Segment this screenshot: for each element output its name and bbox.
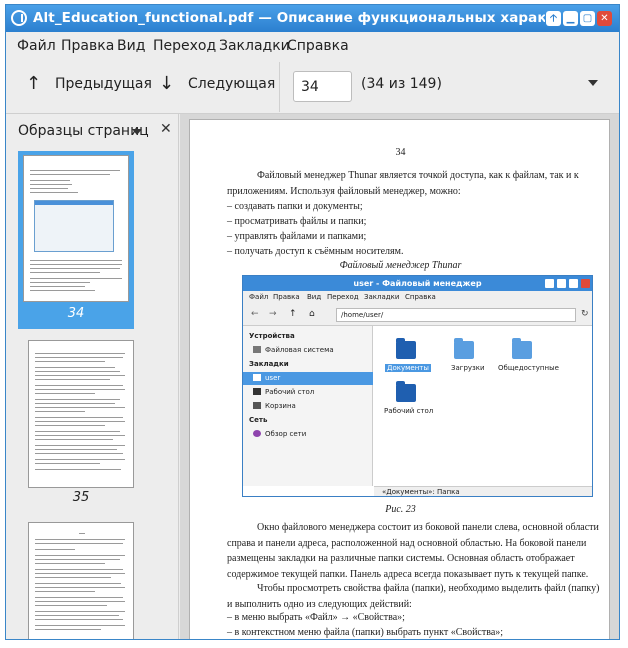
window-maximize-button[interactable]: ▢: [580, 11, 595, 26]
window-title: Alt_Education_functional.pdf — Описание …: [33, 10, 545, 26]
toolbar: ↑ Предыдущая ↓ Следующая (34 из 149): [6, 60, 619, 114]
toolbar-separator: [279, 62, 280, 112]
figure-section-network: Сеть: [249, 416, 268, 424]
paragraph-properties: Чтобы просмотреть свойства файла (папки)…: [227, 583, 600, 610]
figure-up-icon: ↑: [289, 309, 297, 319]
figure-forward-icon: →: [269, 309, 277, 319]
figure-menu-item: Файл: [249, 293, 269, 301]
bullet-item: – управлять файлами и папками;: [227, 231, 367, 242]
bullet-item: – создавать папки и документы;: [227, 201, 363, 212]
figure-menu-item: Закладки: [364, 293, 400, 301]
figure-title: Файловый менеджер Thunar: [339, 260, 462, 271]
thumbnail-label-35: 35: [72, 490, 90, 505]
sidebar-mode-dropdown-icon[interactable]: [132, 129, 142, 135]
figure-item-trash: Корзина: [253, 402, 296, 410]
bullet-item: – в меню выбрать «Файл» → «Свойства»;: [227, 612, 405, 623]
figure-menu-item: Справка: [405, 293, 436, 301]
paragraph-intro: Файловый менеджер Thunar является точкой…: [227, 170, 579, 197]
previous-page-button[interactable]: Предыдущая: [55, 76, 152, 92]
sidebar-close-button[interactable]: ✕: [160, 121, 172, 137]
figure-side-pane: Устройства Файловая система Закладки use…: [243, 326, 373, 486]
figure-back-icon: ←: [251, 309, 259, 319]
menu-help[interactable]: Справка: [287, 38, 349, 54]
folder-icon: [396, 338, 416, 359]
figure-window-title: user - Файловый менеджер: [243, 276, 592, 291]
page-count-label: (34 из 149): [361, 76, 442, 92]
figure-folder-desktop: Рабочий стол: [384, 407, 434, 415]
figure-item-network: Обзор сети: [253, 430, 306, 438]
menu-edit[interactable]: Правка: [61, 38, 114, 54]
figure-menu-item: Правка: [273, 293, 300, 301]
paragraph-main: Окно файлового менеджера состоит из боко…: [227, 522, 599, 580]
toolbar-menu-dropdown-icon[interactable]: [588, 80, 598, 86]
figure-screenshot: user - Файловый менеджер Файл Правка Вид…: [242, 275, 593, 497]
folder-icon: [396, 381, 416, 402]
figure-folder-downloads: Загрузки: [451, 364, 485, 372]
figure-home-icon: ⌂: [309, 309, 315, 319]
figure-navigation-bar: ← → ↑ ⌂ /home/user/ ↻: [243, 304, 592, 326]
title-bar[interactable]: Alt_Education_functional.pdf — Описание …: [6, 5, 619, 32]
figure-menu-item: Вид: [307, 293, 322, 301]
figure-status-bar: «Документы»: Папка: [374, 486, 592, 496]
menu-view[interactable]: Вид: [117, 38, 145, 54]
figure-item-user: user: [253, 374, 280, 382]
menu-bar: Файл Правка Вид Переход Закладки Справка: [6, 32, 619, 60]
thumbnail-figure: [34, 200, 114, 252]
page-number: 34: [395, 147, 406, 158]
thumbnail-page-35[interactable]: [28, 340, 134, 488]
window-minimize-button[interactable]: ▁: [563, 11, 578, 26]
document-page: 34 Файловый менеджер Thunar является точ…: [189, 119, 610, 639]
app-window: Alt_Education_functional.pdf — Описание …: [5, 4, 620, 640]
figure-item-desktop: Рабочий стол: [253, 388, 314, 396]
menu-bookmarks[interactable]: Закладки: [219, 38, 290, 54]
menu-go[interactable]: Переход: [153, 38, 216, 54]
figure-caption: Рис. 23: [385, 504, 416, 515]
thumbnail-page-36[interactable]: [28, 522, 134, 639]
folder-icon: [454, 338, 474, 359]
arrow-down-icon[interactable]: ↓: [159, 73, 174, 94]
bullet-item: – получать доступ к съёмным носителям.: [227, 246, 404, 257]
document-viewer-icon: [11, 10, 27, 26]
thumbnail-label-34: 34: [67, 306, 85, 321]
folder-icon: [512, 338, 532, 359]
menu-file[interactable]: Файл: [17, 38, 56, 54]
next-page-button[interactable]: Следующая: [188, 76, 275, 92]
thumbnail-page-34[interactable]: [23, 155, 129, 302]
figure-section-bookmarks: Закладки: [249, 360, 289, 368]
sidebar-header: Образцы страниц ✕: [6, 114, 178, 144]
figure-main-pane: Документы Загрузки Общедоступные Рабочий…: [374, 326, 592, 486]
figure-folder-documents: Документы: [385, 364, 431, 372]
figure-address-bar: /home/user/: [336, 308, 576, 322]
figure-item-filesystem: Файловая система: [253, 346, 334, 354]
figure-menu-bar: Файл Правка Вид Переход Закладки Справка: [243, 291, 592, 304]
arrow-up-icon[interactable]: ↑: [26, 73, 41, 94]
thumbnails-sidebar: Образцы страниц ✕ 34 35: [6, 114, 179, 639]
document-view[interactable]: 34 Файловый менеджер Thunar является точ…: [180, 114, 619, 639]
sidebar-title[interactable]: Образцы страниц: [18, 123, 149, 139]
bullet-item: – в контекстном меню файла (папки) выбра…: [227, 627, 504, 638]
bullet-item: – просматривать файлы и папки;: [227, 216, 367, 227]
figure-menu-item: Переход: [327, 293, 359, 301]
window-up-button[interactable]: 🡡: [546, 11, 561, 26]
figure-section-devices: Устройства: [249, 332, 295, 340]
figure-folder-public: Общедоступные: [498, 364, 559, 372]
figure-reload-icon: ↻: [581, 309, 589, 319]
page-number-input[interactable]: [293, 71, 352, 102]
window-close-button[interactable]: ✕: [597, 11, 612, 26]
